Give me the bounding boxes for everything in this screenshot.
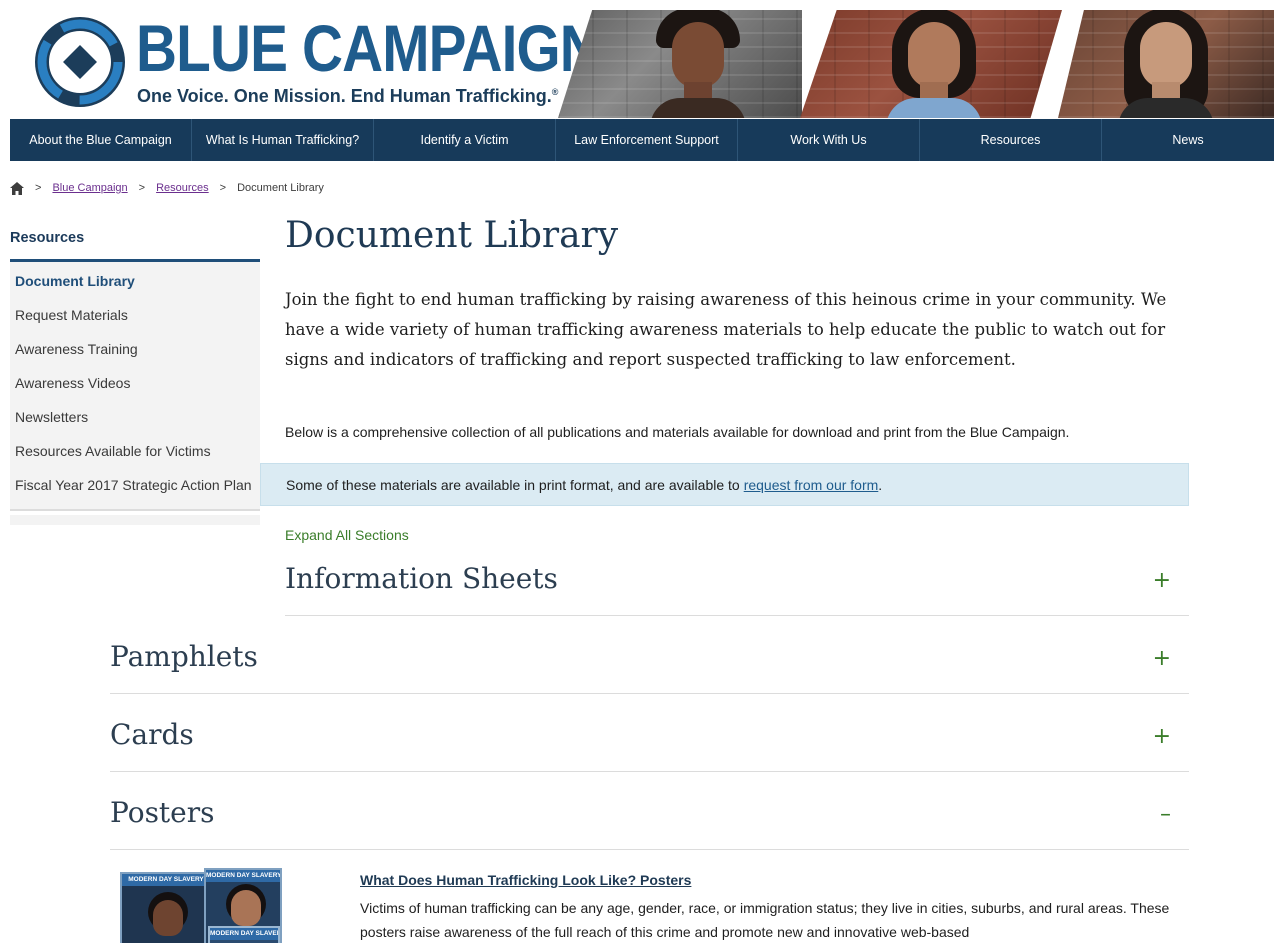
notice-period: .	[878, 476, 883, 493]
sidebar-heading: Resources	[10, 230, 260, 262]
expand-plus-icon[interactable]: +	[1153, 724, 1171, 749]
sidebar-item-resources-for-victims[interactable]: Resources Available for Victims	[10, 443, 260, 460]
breadcrumb: > Blue Campaign > Resources > Document L…	[10, 180, 324, 196]
blue-campaign-logo[interactable]: BLUE CAMPAIGN One Voice. One Mission. En…	[32, 11, 601, 116]
page-title: Document Library	[285, 215, 619, 256]
intro-paragraph: Join the fight to end human trafficking …	[285, 290, 1167, 369]
breadcrumb-separator: >	[35, 182, 42, 194]
collapse-minus-icon[interactable]: –	[1160, 802, 1171, 827]
breadcrumb-current: Document Library	[237, 182, 324, 194]
expand-all-sections-link[interactable]: Expand All Sections	[285, 527, 409, 543]
banner-photo-3	[1058, 10, 1274, 118]
sidebar-item-newsletters[interactable]: Newsletters	[10, 409, 260, 426]
posters-link[interactable]: What Does Human Trafficking Look Like? P…	[360, 872, 691, 888]
logo-tagline: One Voice. One Mission. End Human Traffi…	[137, 86, 559, 106]
sidebar-list: Document Library Request Materials Aware…	[10, 262, 260, 511]
expand-plus-icon[interactable]: +	[1153, 568, 1171, 593]
poster-band-text: MODERN DAY SLAVERY	[206, 870, 280, 882]
section-information-sheets[interactable]: Information Sheets +	[285, 560, 1189, 616]
breadcrumb-separator: >	[138, 182, 146, 194]
person-image	[650, 10, 746, 118]
poster-image: MODERN DAY SLAVERY	[120, 872, 212, 943]
sidebar-footer	[10, 515, 260, 525]
nav-identify-a-victim[interactable]: Identify a Victim	[374, 119, 556, 161]
nav-law-enforcement-support[interactable]: Law Enforcement Support	[556, 119, 738, 161]
sidebar-item-awareness-training[interactable]: Awareness Training	[10, 341, 260, 358]
sidebar-item-awareness-videos[interactable]: Awareness Videos	[10, 375, 260, 392]
sidebar-item-document-library[interactable]: Document Library	[10, 273, 260, 290]
collection-description: Below is a comprehensive collection of a…	[285, 424, 1070, 440]
section-pamphlets[interactable]: Pamphlets +	[110, 638, 1189, 694]
poster-band-text: MODERN DAY SLAVERY	[122, 874, 210, 886]
breadcrumb-resources[interactable]: Resources	[156, 182, 209, 194]
section-title: Posters	[110, 796, 215, 829]
breadcrumb-blue-campaign[interactable]: Blue Campaign	[52, 182, 127, 194]
breadcrumb-separator: >	[219, 182, 227, 194]
nav-about[interactable]: About the Blue Campaign	[10, 119, 192, 161]
sidebar-item-request-materials[interactable]: Request Materials	[10, 307, 260, 324]
circle-arrows-logo-icon	[35, 17, 125, 107]
posters-description: Victims of human trafficking can be any …	[360, 900, 1170, 940]
print-notice: Some of these materials are available in…	[260, 463, 1189, 506]
nav-what-is-human-trafficking[interactable]: What Is Human Trafficking?	[192, 119, 374, 161]
poster-thumbnail[interactable]: MODERN DAY SLAVERY MODERN DAY SLAVERY MO…	[120, 868, 285, 943]
notice-text: Some of these materials are available in…	[286, 476, 740, 493]
section-posters[interactable]: Posters –	[110, 794, 1189, 850]
banner-photo-2	[800, 10, 1062, 118]
main-navigation: About the Blue Campaign What Is Human Tr…	[10, 119, 1274, 161]
section-title: Cards	[110, 718, 194, 751]
home-icon[interactable]	[10, 181, 24, 195]
section-cards[interactable]: Cards +	[110, 716, 1189, 772]
poster-image: MODERN DAY SLAVERY	[208, 926, 280, 943]
person-image	[1118, 10, 1214, 118]
section-title: Information Sheets	[285, 562, 558, 595]
request-form-link[interactable]: request from our form	[744, 477, 879, 493]
sidebar-item-strategic-action-plan[interactable]: Fiscal Year 2017 Strategic Action Plan	[10, 477, 260, 494]
nav-resources[interactable]: Resources	[920, 119, 1102, 161]
site-banner: BLUE CAMPAIGN One Voice. One Mission. En…	[10, 10, 1274, 118]
logo-title: BLUE CAMPAIGN	[136, 11, 601, 85]
person-image	[886, 10, 982, 118]
poster-band-text: MODERN DAY SLAVERY	[210, 928, 278, 940]
nav-work-with-us[interactable]: Work With Us	[738, 119, 920, 161]
expand-plus-icon[interactable]: +	[1153, 646, 1171, 671]
nav-news[interactable]: News	[1102, 119, 1274, 161]
sidebar: Resources Document Library Request Mater…	[10, 230, 260, 525]
banner-photo-1	[558, 10, 802, 118]
section-title: Pamphlets	[110, 640, 258, 673]
